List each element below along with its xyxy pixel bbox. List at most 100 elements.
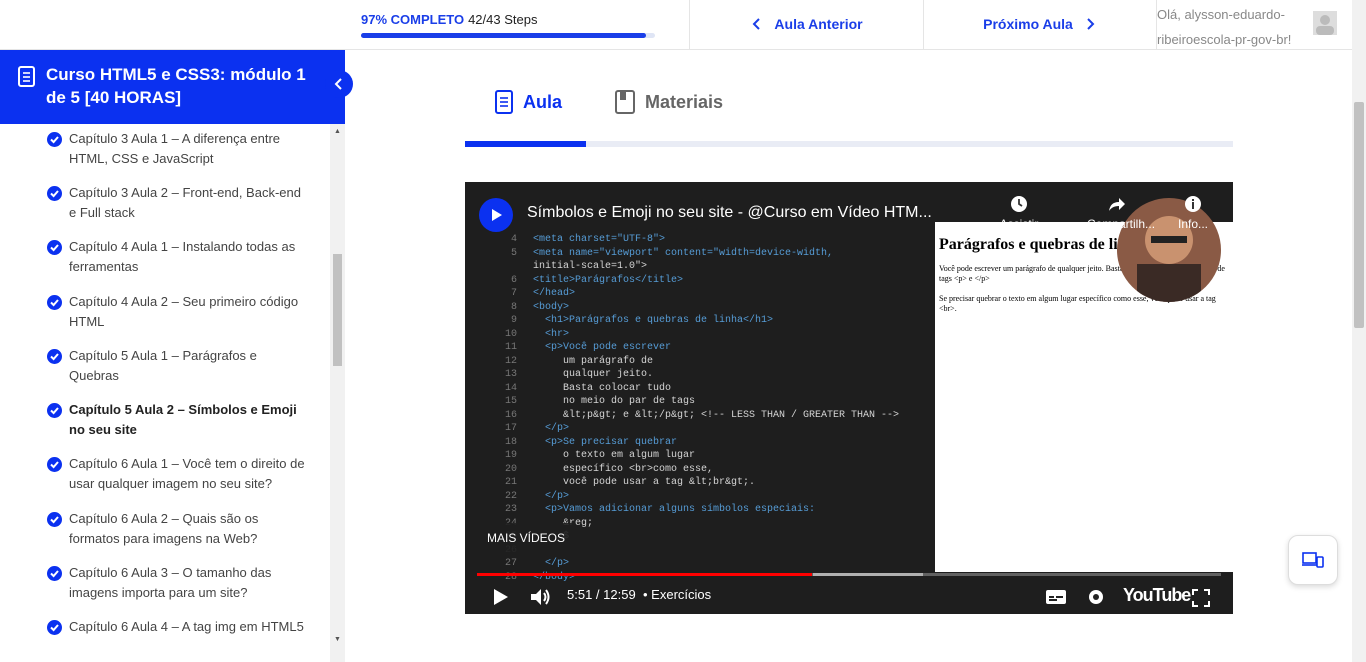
- code-line: <p>Se precisar quebrar: [533, 436, 678, 448]
- lesson-item[interactable]: Capítulo 6 Aula 1 – Você tem o direito d…: [47, 454, 307, 494]
- tab-materiais[interactable]: Materiais: [615, 85, 723, 119]
- tab-aula[interactable]: Aula: [495, 85, 562, 119]
- lesson-label: Capítulo 6 Aula 4 – A tag img em HTML5: [69, 619, 304, 634]
- play-icon[interactable]: [489, 586, 511, 608]
- chevron-left-icon: [753, 18, 761, 30]
- code-line: Basta colocar tudo: [533, 382, 672, 394]
- avatar[interactable]: [1313, 11, 1337, 35]
- devices-icon: [1302, 552, 1324, 568]
- page-scrollbar-thumb[interactable]: [1354, 102, 1364, 328]
- sidebar-scrollbar[interactable]: ▲ ▼: [330, 124, 345, 662]
- code-line: </p>: [533, 490, 570, 502]
- code-line: o texto em algum lugar: [533, 450, 696, 461]
- code-line-number: 9: [510, 315, 517, 326]
- share-button[interactable]: Compartilh...: [1087, 194, 1156, 231]
- code-line: <hr>: [533, 328, 570, 340]
- code-line: um parágrafo de: [533, 355, 654, 367]
- lesson-label: Capítulo 5 Aula 1 – Parágrafos e Quebras: [69, 348, 257, 383]
- info-icon: [1185, 196, 1201, 212]
- code-line: </p>: [533, 423, 570, 434]
- lesson-label: Capítulo 4 Aula 1 – Instalando todas as …: [69, 239, 296, 274]
- sidebar-scrollbar-thumb[interactable]: [333, 254, 342, 366]
- info-button[interactable]: Info...: [1163, 194, 1223, 231]
- lesson-label: Capítulo 4 Aula 2 – Seu primeiro código …: [69, 294, 299, 329]
- code-line-number: 6: [510, 274, 517, 286]
- collapse-sidebar-button[interactable]: [325, 70, 353, 98]
- tab-indicator-track: [465, 141, 1233, 147]
- check-circle-icon: [47, 295, 62, 310]
- watch-later-label: Assistir m...: [999, 217, 1039, 245]
- settings-gear-icon[interactable]: [1085, 586, 1107, 608]
- watch-later-button[interactable]: Assistir m...: [989, 194, 1049, 245]
- video-player[interactable]: 4 <meta charset="UTF-8"> 5 <meta name="view…: [465, 182, 1233, 614]
- code-line: <meta name="viewport" content="width=dev…: [533, 247, 834, 259]
- previous-lesson-label: Aula Anterior: [774, 16, 863, 32]
- progress-percent: 97% COMPLETO: [361, 12, 465, 27]
- code-line-number: 19: [504, 450, 517, 461]
- more-videos-button[interactable]: MAIS VÍDEOS: [477, 523, 576, 553]
- lesson-item[interactable]: Capítulo 5 Aula 2 – Símbolos e Emoji no …: [47, 400, 307, 440]
- scroll-down-arrow[interactable]: ▼: [334, 636, 341, 643]
- user-greeting[interactable]: Olá, alysson-eduardo-ribeiroescola-pr-go…: [1157, 2, 1307, 52]
- scroll-up-arrow[interactable]: ▲: [334, 128, 341, 135]
- video-progress-played: [477, 573, 812, 576]
- code-line: <h1>Parágrafos e quebras de linha</h1>: [533, 315, 774, 326]
- share-label: Compartilh...: [1087, 217, 1156, 231]
- code-line: &lt;p&gt; e &lt;/p&gt; <!-- LESS THAN / …: [533, 409, 900, 421]
- lesson-label: Capítulo 6 Aula 2 – Quais são os formato…: [69, 511, 259, 546]
- code-line: <p>Vamos adicionar alguns símbolos espec…: [533, 504, 816, 515]
- youtube-logo[interactable]: YouTube: [1123, 585, 1191, 606]
- code-line: </p>: [533, 558, 570, 569]
- course-sidebar: Curso HTML5 e CSS3: módulo 1 de 5 [40 HO…: [0, 50, 353, 662]
- lesson-item[interactable]: Capítulo 6 Aula 3 – O tamanho das imagen…: [47, 563, 307, 603]
- lesson-item[interactable]: Capítulo 4 Aula 1 – Instalando todas as …: [47, 237, 307, 277]
- chevron-left-icon: [334, 78, 342, 90]
- lesson-item[interactable]: Capítulo 5 Aula 1 – Parágrafos e Quebras: [47, 346, 307, 386]
- code-line: </head>: [533, 288, 576, 299]
- next-lesson-button[interactable]: Próximo Aula: [924, 0, 1156, 48]
- lesson-label: Capítulo 3 Aula 1 – A diferença entre HT…: [69, 131, 281, 166]
- lesson-item[interactable]: Capítulo 3 Aula 2 – Front-end, Back-end …: [47, 183, 307, 223]
- previous-lesson-button[interactable]: Aula Anterior: [690, 0, 923, 48]
- progress-steps: 42/43 Steps: [468, 12, 538, 27]
- check-circle-icon: [47, 512, 62, 527]
- code-line-number: 5: [510, 247, 517, 259]
- progress-bar: [361, 33, 655, 38]
- fullscreen-icon[interactable]: [1191, 588, 1211, 608]
- document-icon: [18, 66, 35, 87]
- video-chapter[interactable]: • Exercícios: [643, 587, 711, 602]
- code-line-number: 27: [504, 558, 517, 569]
- check-circle-icon: [47, 240, 62, 255]
- lesson-item[interactable]: Capítulo 6 Aula 2 – Quais são os formato…: [47, 509, 307, 549]
- code-line-number: 23: [504, 504, 517, 515]
- code-line: qualquer jeito.: [533, 369, 654, 380]
- check-circle-icon: [47, 186, 62, 201]
- code-line-number: 11: [504, 342, 517, 353]
- lesson-label: Capítulo 5 Aula 2 – Símbolos e Emoji no …: [69, 402, 297, 437]
- play-icon: [492, 209, 502, 221]
- code-line-number: 17: [504, 423, 517, 434]
- code-line: initial-scale=1.0">: [533, 261, 648, 272]
- lesson-item[interactable]: Capítulo 4 Aula 2 – Seu primeiro código …: [47, 292, 307, 332]
- lesson-list: Capítulo 3 Aula 1 – A diferença entre HT…: [0, 124, 330, 662]
- code-line-number: 13: [504, 369, 517, 380]
- course-header: Curso HTML5 e CSS3: módulo 1 de 5 [40 HO…: [0, 50, 353, 124]
- code-line-number: 21: [504, 477, 517, 488]
- channel-logo[interactable]: [479, 198, 513, 232]
- code-line-number: 4: [510, 234, 517, 245]
- course-progress: 97% COMPLETO 42/43 Steps: [361, 12, 661, 38]
- subtitles-icon[interactable]: [1045, 588, 1067, 606]
- lesson-item[interactable]: Capítulo 6 Aula 4 – A tag img em HTML5: [47, 617, 307, 637]
- floating-devices-button[interactable]: [1288, 535, 1338, 585]
- video-progress-buffered: [813, 573, 923, 576]
- check-circle-icon: [47, 349, 62, 364]
- page-scrollbar[interactable]: [1352, 0, 1366, 662]
- course-title: Curso HTML5 e CSS3: módulo 1 de 5 [40 HO…: [46, 65, 306, 107]
- document-icon: [495, 90, 513, 114]
- video-progress-bar[interactable]: [477, 573, 1221, 576]
- volume-icon[interactable]: [529, 586, 553, 608]
- video-controls: 5:51 / 12:59 • Exercícios YouTube: [465, 580, 1233, 614]
- lesson-item[interactable]: Capítulo 3 Aula 1 – A diferença entre HT…: [47, 129, 307, 169]
- check-circle-icon: [47, 132, 62, 147]
- video-title[interactable]: Símbolos e Emoji no seu site - @Curso em…: [527, 204, 932, 222]
